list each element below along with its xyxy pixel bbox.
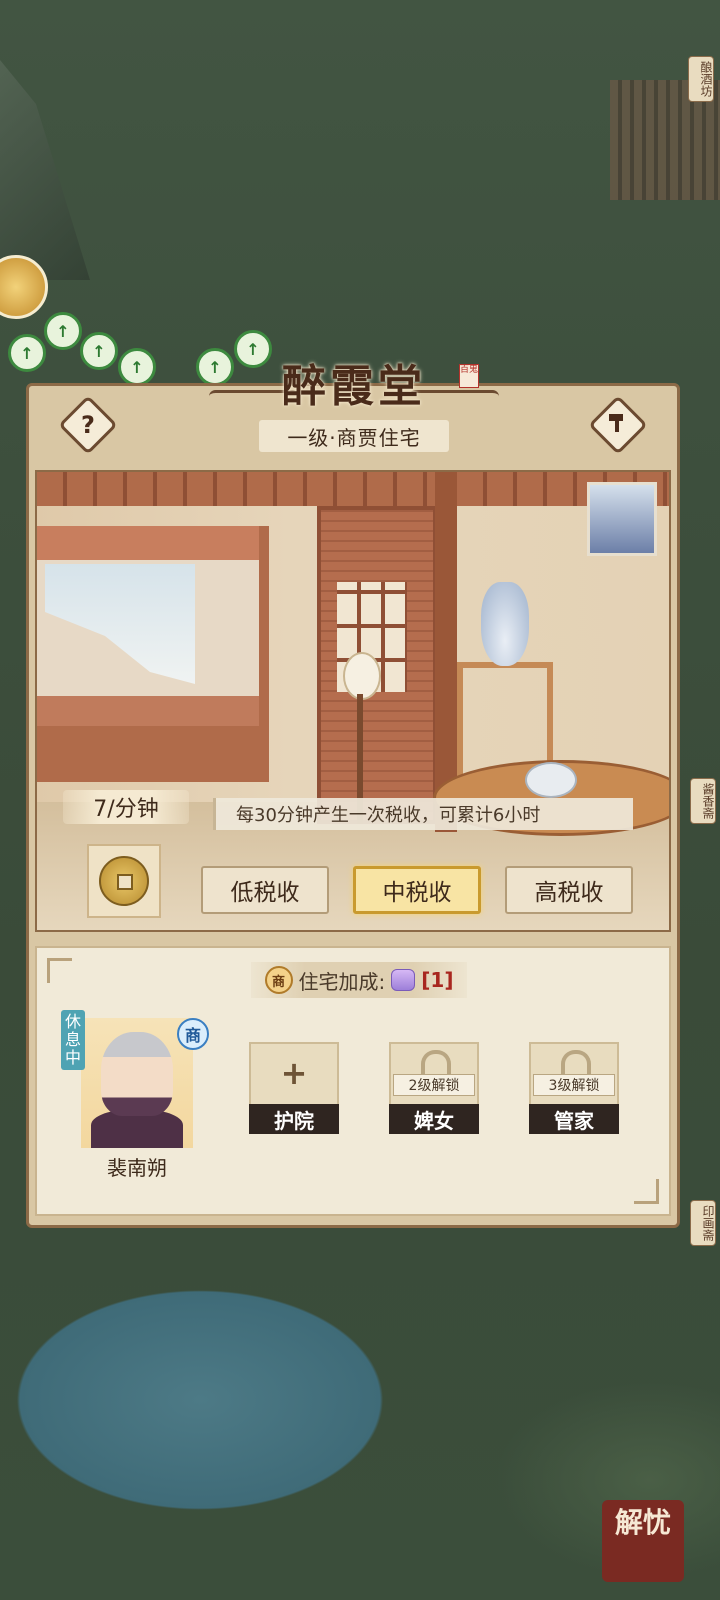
lock-icon (561, 1050, 591, 1074)
slot-maid[interactable]: 2级解锁 婢女 (389, 1042, 479, 1134)
corner-ornament (634, 1179, 659, 1204)
tree-growth-icon[interactable]: ↑ (118, 348, 156, 386)
tax-high-button[interactable]: 高税收 (505, 866, 633, 914)
income-rate: 7/分钟 (63, 790, 189, 824)
room-beam (37, 472, 669, 506)
resident-portrait[interactable] (81, 1018, 193, 1148)
sign-right-low[interactable]: 印画斋 (690, 1200, 716, 1246)
slot-steward[interactable]: 3级解锁 管家 (529, 1042, 619, 1134)
merchant-badge-icon: 商 (264, 966, 293, 994)
unlock-requirement: 2级解锁 (393, 1074, 475, 1096)
title-banner: 醉霞堂 百鬼 (199, 356, 509, 428)
sign-wine-workshop[interactable]: 酿酒坊 (688, 56, 714, 102)
copper-coin-icon (99, 856, 149, 906)
bonus-label: 住宅加成: (298, 969, 386, 994)
slot-guard[interactable]: + 护院 (249, 1042, 339, 1134)
bonus-count: [1] (421, 968, 454, 992)
resting-status-tag: 休息中 (61, 1010, 85, 1070)
unlock-requirement: 3级解锁 (533, 1074, 615, 1096)
slot-label: 婢女 (389, 1104, 479, 1134)
tax-low-button[interactable]: 低税收 (201, 866, 329, 914)
slot-label: 护院 (249, 1104, 339, 1134)
room-illustration: 7/分钟 每30分钟产生一次税收，可累计6小时 低税收 中税收 高税收 (35, 470, 671, 932)
tree-growth-icon[interactable]: ↑ (80, 332, 118, 370)
cliff (0, 60, 90, 280)
building-level-type: 一级·商贾住宅 (259, 420, 449, 452)
jieyou-button[interactable]: 解忧 (602, 1500, 684, 1582)
tax-medium-button[interactable]: 中税收 (353, 866, 481, 914)
help-button[interactable]: ? (58, 395, 118, 455)
residents-section: 商 住宅加成: [1] 休息中 商 裴南朔 + 护院 2级解锁 婢女 3级解锁 … (35, 946, 671, 1216)
hammer-icon (606, 410, 630, 440)
question-icon: ? (81, 410, 95, 439)
upgrade-button[interactable] (588, 395, 648, 455)
lock-icon (421, 1050, 451, 1074)
tree-growth-icon[interactable]: ↑ (44, 312, 82, 350)
seal-stamp: 百鬼 (459, 364, 479, 388)
slot-label: 管家 (529, 1104, 619, 1134)
porcelain-vase (481, 582, 529, 666)
corner-ornament (47, 958, 72, 983)
teapot (525, 762, 577, 798)
building-panel: 醉霞堂 百鬼 一级·商贾住宅 ? 7/分钟 每30分钟产生一次税收，可累计6小时… (26, 361, 680, 1228)
add-icon: + (280, 1054, 308, 1092)
sign-right-mid[interactable]: 酱香斋 (690, 778, 716, 824)
bonus-item-icon (391, 969, 416, 991)
portrait-face (101, 1032, 173, 1116)
resident-name: 裴南朔 (107, 1156, 167, 1180)
hanging-scroll (587, 482, 657, 556)
tax-info: 每30分钟产生一次税收，可累计6小时 (213, 798, 633, 830)
tree-growth-icon[interactable]: ↑ (8, 334, 46, 372)
merchant-class-icon: 商 (177, 1018, 209, 1050)
residence-bonus: 商 住宅加成: [1] (251, 962, 467, 998)
collect-coin-button[interactable] (87, 844, 161, 918)
paper-lamp (343, 652, 381, 700)
